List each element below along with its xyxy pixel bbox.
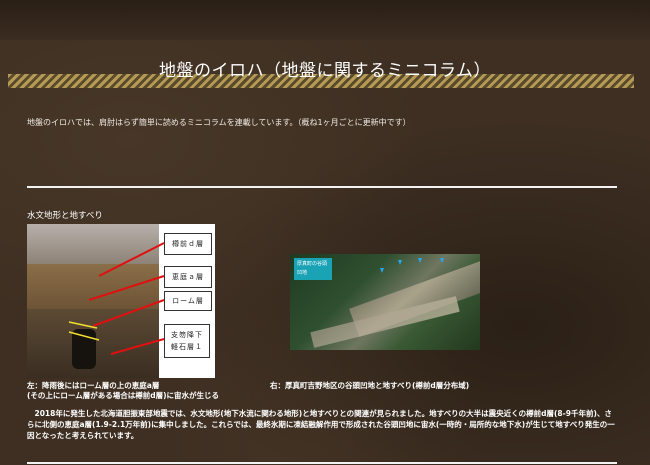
landslide-aerial-photo: 厚真町の谷頭凹地 — [290, 254, 480, 350]
caption-left: 左：降雨後にはローム層の上の恵庭a層 (その上にローム層がある場合は樽前d層)に… — [27, 381, 219, 400]
top-band — [0, 0, 650, 40]
marker-overlay — [380, 258, 444, 273]
caption-right: 右：厚真町吉野地区の谷頭凹地と地すべり(樽前d層分布域) — [270, 381, 470, 390]
soil-profile-figure: 樽前ｄ層 恵庭ａ層 ローム層 支笏降下 軽石層１ — [27, 224, 215, 378]
intro-text: 地盤のイロハでは、肩肘はらず簡単に読めるミニコラムを連載しています。（概ね1ヶ月… — [27, 118, 411, 127]
section-title: 水文地形と地すべり — [27, 211, 103, 221]
section-divider — [27, 186, 617, 188]
bottom-divider — [27, 462, 617, 464]
article-body: 2018年に発生した北海道胆振東部地震では、水文地形(地下水流に関わる地形)と地… — [27, 409, 615, 440]
page-title: 地盤のイロハ（地盤に関するミニコラム） — [159, 61, 491, 81]
arrow-overlay — [68, 242, 165, 355]
